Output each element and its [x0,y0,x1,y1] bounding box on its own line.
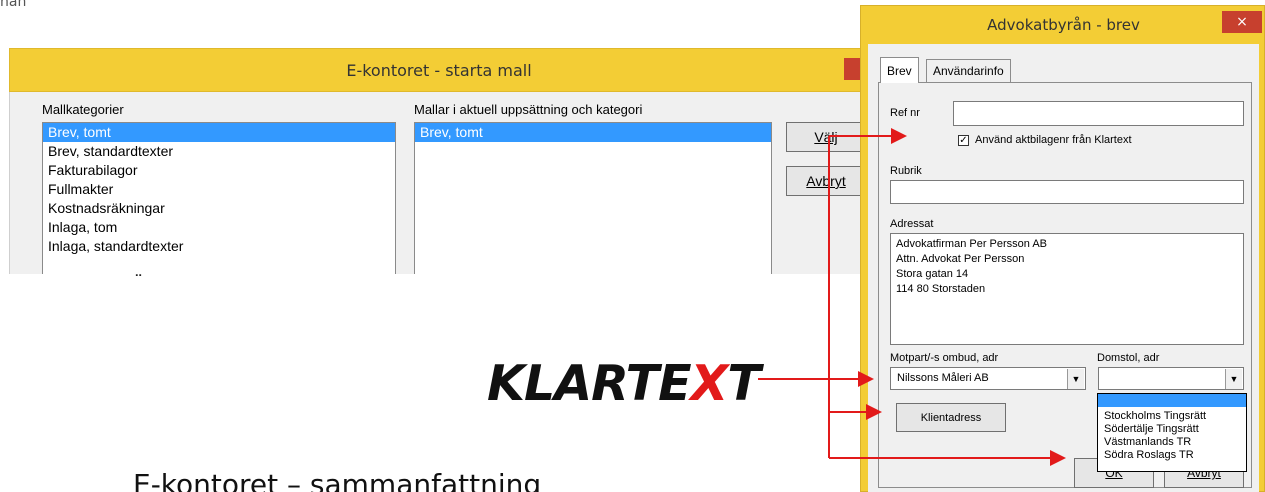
subject-label: Rubrik [890,165,922,177]
template-item[interactable]: Brev, tomt [415,123,771,142]
tab-label: Användarinfo [933,64,1004,78]
checkbox-label: Använd aktbilagenr från Klartext [975,134,1132,146]
logo-accent-letter: X [690,355,729,412]
start-dialog-body: Mallkategorier Brev, tomt Brev, standard… [9,92,869,274]
diacritic-fragment: ¨ [134,272,143,293]
category-item[interactable]: Fakturabilagor [43,161,395,180]
category-item[interactable]: Inlaga, tom [43,218,395,237]
choose-button-label: Välj [814,129,838,145]
court-dropdown-list[interactable]: Stockholms Tingsrätt Södertälje Tingsrät… [1097,393,1247,472]
court-option[interactable]: Södra Roslags TR [1098,449,1246,462]
cancel-button-label: Avbryt [806,173,846,189]
logo-part: T [727,355,760,412]
tab-label: Brev [887,63,912,78]
slide-caption: E-kontoret – sammanfattning [133,468,542,492]
start-template-dialog: E-kontoret - starta mall Mallkategorier … [9,48,869,274]
slide-text-fragment: nan [0,0,27,10]
client-address-button[interactable]: Klientadress [896,403,1006,432]
logo-part: KLARTE [487,355,692,412]
addressee-textarea[interactable]: Advokatfirman Per Persson AB Attn. Advok… [890,233,1244,345]
client-address-label: Klientadress [920,411,982,424]
counterpart-label: Motpart/-s ombud, adr [890,352,999,364]
start-dialog-title: E-kontoret - starta mall [346,60,532,80]
klartext-logo: KLARTEXT [487,355,761,412]
templates-list[interactable]: Brev, tomt [414,122,772,274]
tab-brev[interactable]: Brev [880,57,919,83]
category-item[interactable]: Inlaga, standardtexter [43,237,395,256]
court-select[interactable]: ▼ [1098,367,1244,390]
ref-input[interactable] [953,101,1244,126]
chevron-down-icon[interactable]: ▼ [1067,369,1084,389]
category-item[interactable]: Brev, standardtexter [43,142,395,161]
close-button[interactable]: × [1222,11,1262,33]
court-option[interactable]: Södertälje Tingsrätt [1098,423,1246,436]
use-aktbilaga-checkbox[interactable]: ✓ [958,135,969,146]
category-item[interactable]: Fullmakter [43,180,395,199]
court-option[interactable]: Stockholms Tingsrätt [1098,410,1246,423]
choose-button[interactable]: Välj [786,122,866,152]
ref-label: Ref nr [890,107,920,119]
counterpart-select[interactable]: Nilssons Måleri AB ▼ [890,367,1086,390]
addressee-label: Adressat [890,218,934,230]
court-option[interactable] [1098,394,1246,407]
categories-label: Mallkategorier [42,102,124,117]
subject-input[interactable] [890,180,1244,204]
category-item[interactable]: Brev, tomt [43,123,395,142]
court-label: Domstol, adr [1097,352,1160,364]
court-option[interactable]: Västmanlands TR [1098,436,1246,449]
cancel-button[interactable]: Avbryt [786,166,866,196]
letter-dialog-title: Advokatbyrån - brev [987,16,1140,34]
start-dialog-titlebar: E-kontoret - starta mall [9,48,869,92]
counterpart-value: Nilssons Måleri AB [897,372,989,384]
chevron-down-icon[interactable]: ▼ [1225,369,1242,389]
tab-anvandarinfo[interactable]: Användarinfo [926,59,1011,82]
categories-list[interactable]: Brev, tomt Brev, standardtexter Fakturab… [42,122,396,274]
close-icon: × [1236,14,1248,30]
templates-label: Mallar i aktuell uppsättning och kategor… [414,102,643,117]
category-item[interactable]: Kostnadsräkningar [43,199,395,218]
